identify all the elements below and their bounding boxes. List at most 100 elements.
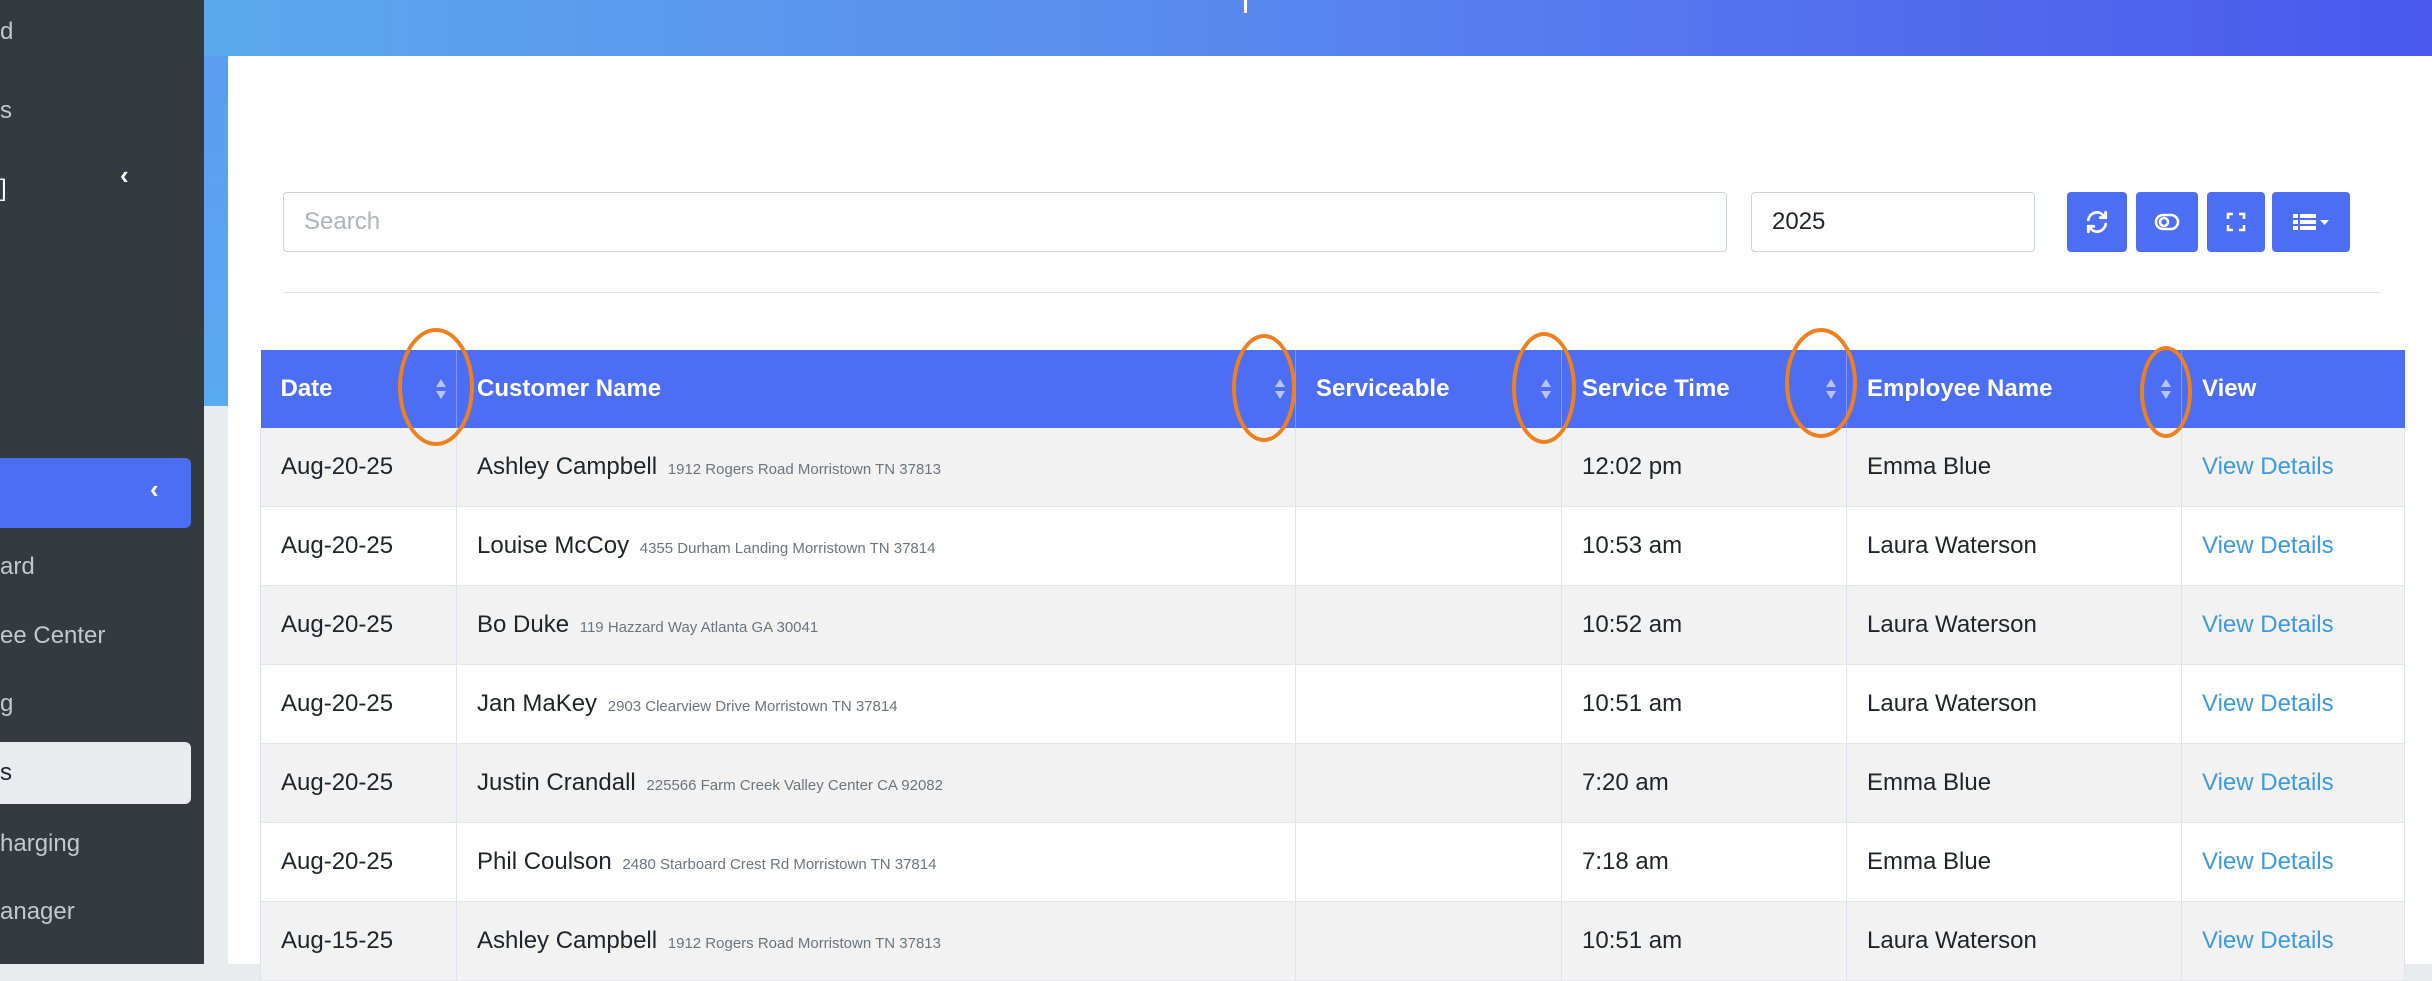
customer-name: Justin Crandall bbox=[477, 769, 636, 796]
employee-cell: Laura Waterson bbox=[1846, 664, 2182, 744]
sort-icon[interactable] bbox=[1539, 376, 1553, 402]
fullscreen-button[interactable] bbox=[2207, 192, 2265, 252]
customer-address: 2480 Starboard Crest Rd Morristown TN 37… bbox=[622, 856, 937, 873]
customer-cell: Ashley Campbell 1912 Rogers Road Morrist… bbox=[456, 901, 1296, 981]
service-time-cell: 10:52 am bbox=[1561, 585, 1847, 665]
table-header-row: Date Customer Name Serviceable Service T… bbox=[260, 350, 2405, 428]
view-details-link[interactable]: View Details bbox=[2202, 690, 2334, 717]
column-header-label: View bbox=[2202, 375, 2257, 402]
toolbar-divider bbox=[283, 292, 2381, 293]
service-time-cell: 7:20 am bbox=[1561, 743, 1847, 823]
year-field[interactable] bbox=[1751, 192, 2035, 252]
table-row: Aug-20-25 Jan MaKey 2903 Clearview Drive… bbox=[260, 664, 2405, 744]
sort-icon[interactable] bbox=[1273, 376, 1287, 402]
date-cell: Aug-20-25 bbox=[260, 506, 457, 586]
column-header-date[interactable]: Date bbox=[260, 350, 457, 428]
employee-cell: Laura Waterson bbox=[1846, 506, 2182, 586]
column-header-service-time[interactable]: Service Time bbox=[1561, 350, 1847, 428]
view-cell: View Details bbox=[2181, 664, 2405, 744]
customer-name: Louise McCoy bbox=[477, 532, 630, 559]
chevron-left-icon: ‹ bbox=[150, 474, 159, 504]
toggle-button[interactable] bbox=[2136, 192, 2198, 252]
view-cell: View Details bbox=[2181, 822, 2405, 902]
column-header-label: Employee Name bbox=[1867, 375, 2053, 402]
customer-cell: Phil Coulson 2480 Starboard Crest Rd Mor… bbox=[456, 822, 1296, 902]
service-time-cell: 10:53 am bbox=[1561, 506, 1847, 586]
customer-cell: Jan MaKey 2903 Clearview Drive Morristow… bbox=[456, 664, 1296, 744]
sidebar-item-2[interactable]: s bbox=[0, 97, 192, 125]
sidebar-item-3[interactable]: ] bbox=[0, 175, 192, 203]
table-row: Aug-20-25 Phil Coulson 2480 Starboard Cr… bbox=[260, 822, 2405, 902]
column-header-label: Customer Name bbox=[477, 375, 662, 402]
sidebar-item-employee-center[interactable]: ee Center bbox=[0, 622, 192, 650]
fullscreen-icon bbox=[2226, 212, 2246, 232]
search-input[interactable] bbox=[283, 192, 1727, 252]
sidebar-item-label: anager bbox=[0, 898, 75, 925]
sidebar-item-charging[interactable]: harging bbox=[0, 830, 192, 858]
data-table: Date Customer Name Serviceable Service T… bbox=[260, 350, 2405, 981]
sidebar-item-label: ard bbox=[0, 553, 35, 580]
sidebar-item-dashboard[interactable]: ard bbox=[0, 553, 192, 581]
service-time-cell: 12:02 pm bbox=[1561, 428, 1847, 507]
view-details-link[interactable]: View Details bbox=[2202, 611, 2334, 638]
columns-button[interactable] bbox=[2272, 192, 2350, 252]
serviceable-cell bbox=[1295, 822, 1562, 902]
sidebar-item-label: s bbox=[0, 97, 12, 124]
service-time-cell: 7:18 am bbox=[1561, 822, 1847, 902]
date-cell: Aug-20-25 bbox=[260, 664, 457, 744]
date-cell: Aug-15-25 bbox=[260, 901, 457, 981]
column-header-view: View bbox=[2181, 350, 2405, 428]
view-cell: View Details bbox=[2181, 743, 2405, 823]
customer-address: 119 Hazzard Way Atlanta GA 30041 bbox=[579, 619, 819, 636]
view-details-link[interactable]: View Details bbox=[2202, 848, 2334, 875]
customer-name: Jan MaKey bbox=[477, 690, 598, 717]
column-header-customer-name[interactable]: Customer Name bbox=[456, 350, 1296, 428]
sidebar-item-manager[interactable]: anager bbox=[0, 898, 192, 926]
view-cell: View Details bbox=[2181, 506, 2405, 586]
sidebar-item-active[interactable]: ‹ bbox=[0, 458, 191, 528]
refresh-icon bbox=[2086, 210, 2108, 234]
view-details-link[interactable]: View Details bbox=[2202, 453, 2334, 480]
serviceable-cell bbox=[1295, 506, 1562, 586]
top-header bbox=[204, 0, 2432, 56]
customer-cell: Louise McCoy 4355 Durham Landing Morrist… bbox=[456, 506, 1296, 586]
customer-address: 4355 Durham Landing Morristown TN 37814 bbox=[639, 540, 936, 557]
column-header-employee-name[interactable]: Employee Name bbox=[1846, 350, 2182, 428]
sort-icon[interactable] bbox=[434, 376, 448, 402]
table-row: Aug-15-25 Ashley Campbell 1912 Rogers Ro… bbox=[260, 901, 2405, 981]
main-card: Date Customer Name Serviceable Service T… bbox=[228, 56, 2432, 981]
view-cell: View Details bbox=[2181, 428, 2405, 507]
date-cell: Aug-20-25 bbox=[260, 822, 457, 902]
service-time-cell: 10:51 am bbox=[1561, 901, 1847, 981]
column-header-serviceable[interactable]: Serviceable bbox=[1295, 350, 1562, 428]
sidebar-item-selected[interactable]: s bbox=[0, 742, 191, 804]
sidebar-item-label: ee Center bbox=[0, 622, 106, 649]
sidebar-item-g[interactable]: g bbox=[0, 690, 192, 718]
employee-cell: Emma Blue bbox=[1846, 822, 2182, 902]
view-details-link[interactable]: View Details bbox=[2202, 532, 2334, 559]
sidebar: d s ] ‹ ‹ ard ee Center g s harging anag… bbox=[0, 0, 204, 964]
customer-address: 225566 Farm Creek Valley Center CA 92082 bbox=[646, 777, 943, 794]
toggle-icon bbox=[2154, 213, 2180, 231]
sort-icon[interactable] bbox=[1824, 376, 1838, 402]
chevron-left-icon[interactable]: ‹ bbox=[120, 160, 129, 191]
sidebar-item-label: s bbox=[0, 759, 12, 786]
serviceable-cell bbox=[1295, 428, 1562, 507]
serviceable-cell bbox=[1295, 743, 1562, 823]
table-row: Aug-20-25 Louise McCoy 4355 Durham Landi… bbox=[260, 506, 2405, 586]
sidebar-item-1[interactable]: d bbox=[0, 18, 192, 46]
employee-cell: Laura Waterson bbox=[1846, 585, 2182, 665]
customer-cell: Justin Crandall 225566 Farm Creek Valley… bbox=[456, 743, 1296, 823]
view-details-link[interactable]: View Details bbox=[2202, 927, 2334, 954]
employee-cell: Emma Blue bbox=[1846, 428, 2182, 507]
table-row: Aug-20-25 Bo Duke 119 Hazzard Way Atlant… bbox=[260, 585, 2405, 665]
customer-cell: Ashley Campbell 1912 Rogers Road Morrist… bbox=[456, 428, 1296, 507]
view-details-link[interactable]: View Details bbox=[2202, 769, 2334, 796]
sidebar-item-label: ] bbox=[0, 175, 7, 202]
header-divider bbox=[1244, 0, 1247, 13]
customer-name: Phil Coulson bbox=[477, 848, 612, 875]
sort-icon[interactable] bbox=[2159, 376, 2173, 402]
sidebar-item-label: g bbox=[0, 690, 14, 717]
refresh-button[interactable] bbox=[2067, 192, 2127, 252]
header-background bbox=[204, 56, 228, 406]
